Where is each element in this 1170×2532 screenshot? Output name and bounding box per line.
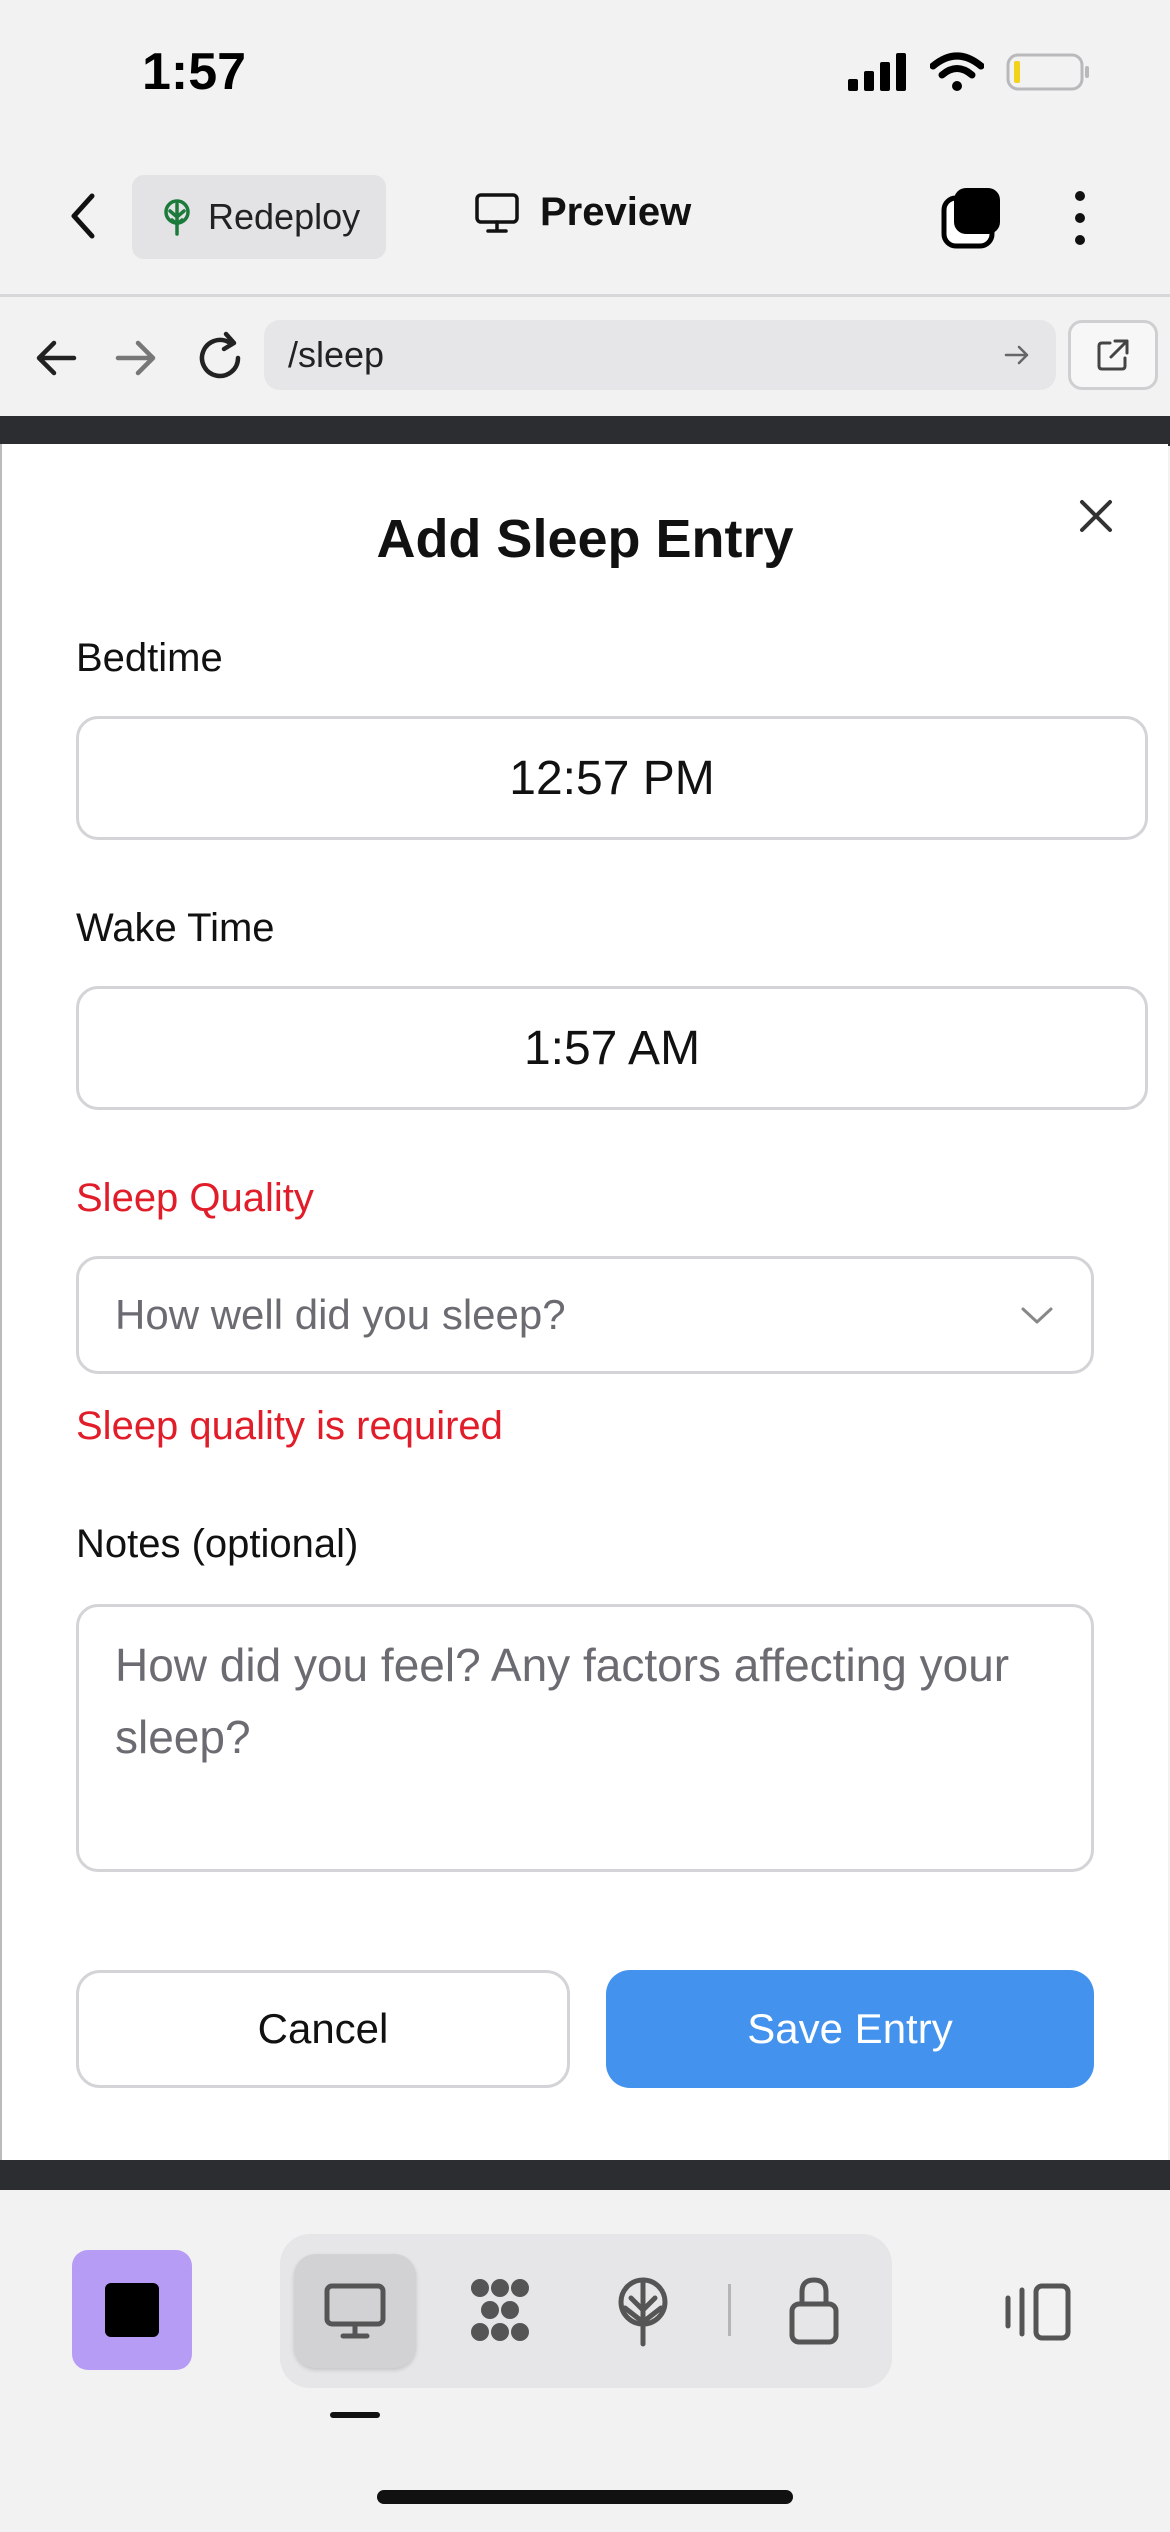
arrow-right-icon[interactable] [108, 330, 164, 386]
url-bar[interactable]: /sleep [264, 320, 1056, 390]
more-vertical-icon[interactable] [1062, 186, 1098, 250]
sleep-quality-label: Sleep Quality [76, 1176, 314, 1220]
bedtime-value: 12:57 PM [509, 751, 715, 805]
bedtime-label: Bedtime [76, 636, 223, 680]
chevron-down-icon [1021, 1307, 1053, 1324]
wake-time-label: Wake Time [76, 906, 275, 950]
page-backdrop-top [0, 416, 1170, 446]
lock-icon[interactable] [774, 2270, 854, 2350]
signal-icon [848, 53, 906, 91]
url-text: /sleep [288, 334, 385, 375]
stop-icon [105, 2283, 159, 2337]
modal-title: Add Sleep Entry [376, 509, 794, 569]
monitor-icon [475, 192, 519, 233]
close-icon[interactable] [1072, 492, 1120, 540]
arrow-left-icon[interactable] [28, 330, 84, 386]
wake-time-input[interactable]: 1:57 AM [76, 986, 1148, 1110]
home-indicator [377, 2490, 793, 2504]
wake-time-value: 1:57 AM [523, 1021, 701, 1075]
go-arrow-icon[interactable] [1002, 340, 1032, 370]
open-external-button[interactable] [1068, 320, 1158, 390]
notes-textarea[interactable]: How did you feel? Any factors affecting … [76, 1604, 1094, 1872]
tree-icon [164, 199, 190, 236]
notes-placeholder: How did you feel? Any factors affecting … [115, 1639, 1010, 1763]
cancel-button[interactable]: Cancel [76, 1970, 570, 2088]
page-backdrop-bottom [0, 2160, 1170, 2190]
sleep-quality-select[interactable]: How well did you sleep? [76, 1256, 1094, 1374]
view-switcher-separator [728, 2284, 731, 2336]
redeploy-button[interactable]: Redeploy [132, 175, 386, 259]
preview-label: Preview [540, 190, 692, 234]
battery-icon [1006, 53, 1089, 91]
top-divider [0, 294, 1170, 297]
panel-icon[interactable] [1000, 2280, 1076, 2344]
notes-label: Notes (optional) [76, 1522, 359, 1566]
reload-icon[interactable] [190, 328, 250, 388]
redeploy-label: Redeploy [208, 196, 361, 237]
external-link-icon [1097, 339, 1129, 371]
save-entry-button[interactable]: Save Entry [606, 1970, 1094, 2088]
status-time: 1:57 [142, 43, 247, 101]
tabs-icon[interactable] [940, 186, 1004, 250]
stop-button[interactable] [72, 2250, 192, 2370]
wifi-icon [930, 52, 984, 91]
antenna-icon[interactable] [603, 2270, 683, 2350]
preview-button[interactable]: Preview [474, 190, 691, 235]
bedtime-input[interactable]: 12:57 PM [76, 716, 1148, 840]
status-icons [848, 52, 1090, 92]
grid-icon[interactable] [460, 2270, 540, 2350]
sleep-quality-placeholder: How well did you sleep? [115, 1291, 566, 1338]
monitor-icon[interactable] [315, 2270, 395, 2350]
active-view-indicator [330, 2412, 380, 2418]
sleep-quality-error: Sleep quality is required [76, 1404, 503, 1448]
back-chevron-icon[interactable] [58, 188, 114, 244]
